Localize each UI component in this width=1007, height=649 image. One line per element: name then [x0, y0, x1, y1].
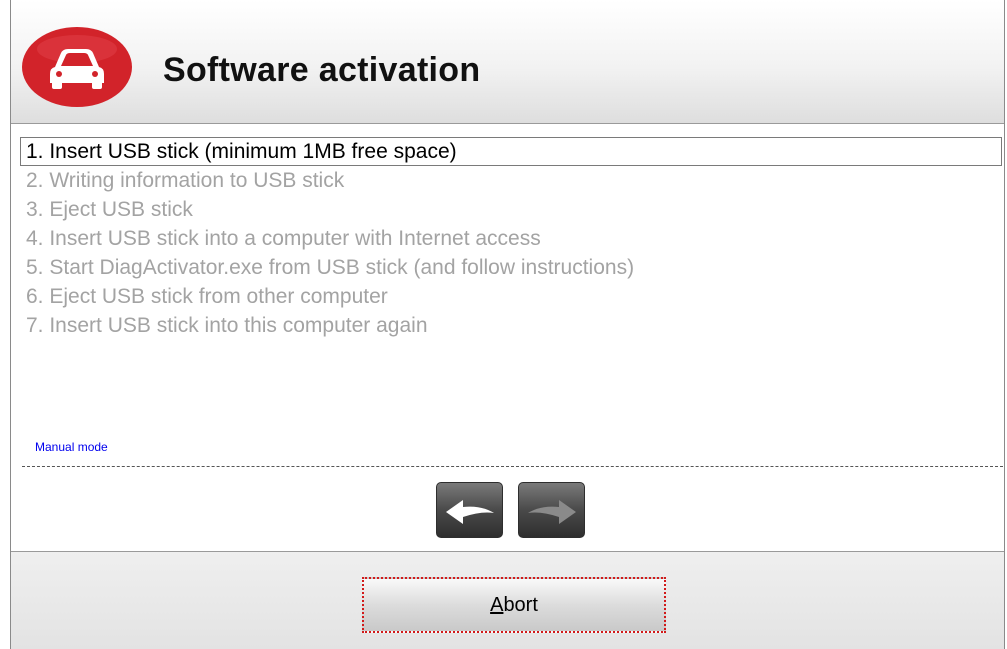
abort-label: bort: [503, 593, 538, 616]
step-item-6: 6. Eject USB stick from other computer: [26, 285, 388, 308]
forward-button[interactable]: [518, 482, 585, 538]
activation-window: Software activation 1. Insert USB stick …: [10, 0, 1005, 649]
step-item-7: 7. Insert USB stick into this computer a…: [26, 314, 428, 337]
step-list: 1. Insert USB stick (minimum 1MB free sp…: [20, 137, 1002, 340]
step-item-5: 5. Start DiagActivator.exe from USB stic…: [26, 256, 635, 279]
arrow-left-icon: [446, 500, 494, 524]
header: Software activation: [11, 0, 1004, 124]
step-item-3: 3. Eject USB stick: [26, 198, 193, 221]
step-item-4: 4. Insert USB stick into a computer with…: [26, 227, 541, 250]
step-item-1: 1. Insert USB stick (minimum 1MB free sp…: [20, 137, 1002, 166]
step-item-2: 2. Writing information to USB stick: [26, 169, 345, 192]
abort-button[interactable]: Abort: [362, 577, 666, 633]
manual-mode-link[interactable]: Manual mode: [35, 440, 108, 454]
car-icon: [22, 27, 132, 107]
arrow-right-icon: [528, 500, 576, 524]
page-title: Software activation: [163, 51, 481, 89]
footer: Abort: [11, 551, 1004, 649]
back-button[interactable]: [436, 482, 503, 538]
abort-mnemonic: A: [490, 593, 504, 616]
divider: [22, 466, 1003, 467]
